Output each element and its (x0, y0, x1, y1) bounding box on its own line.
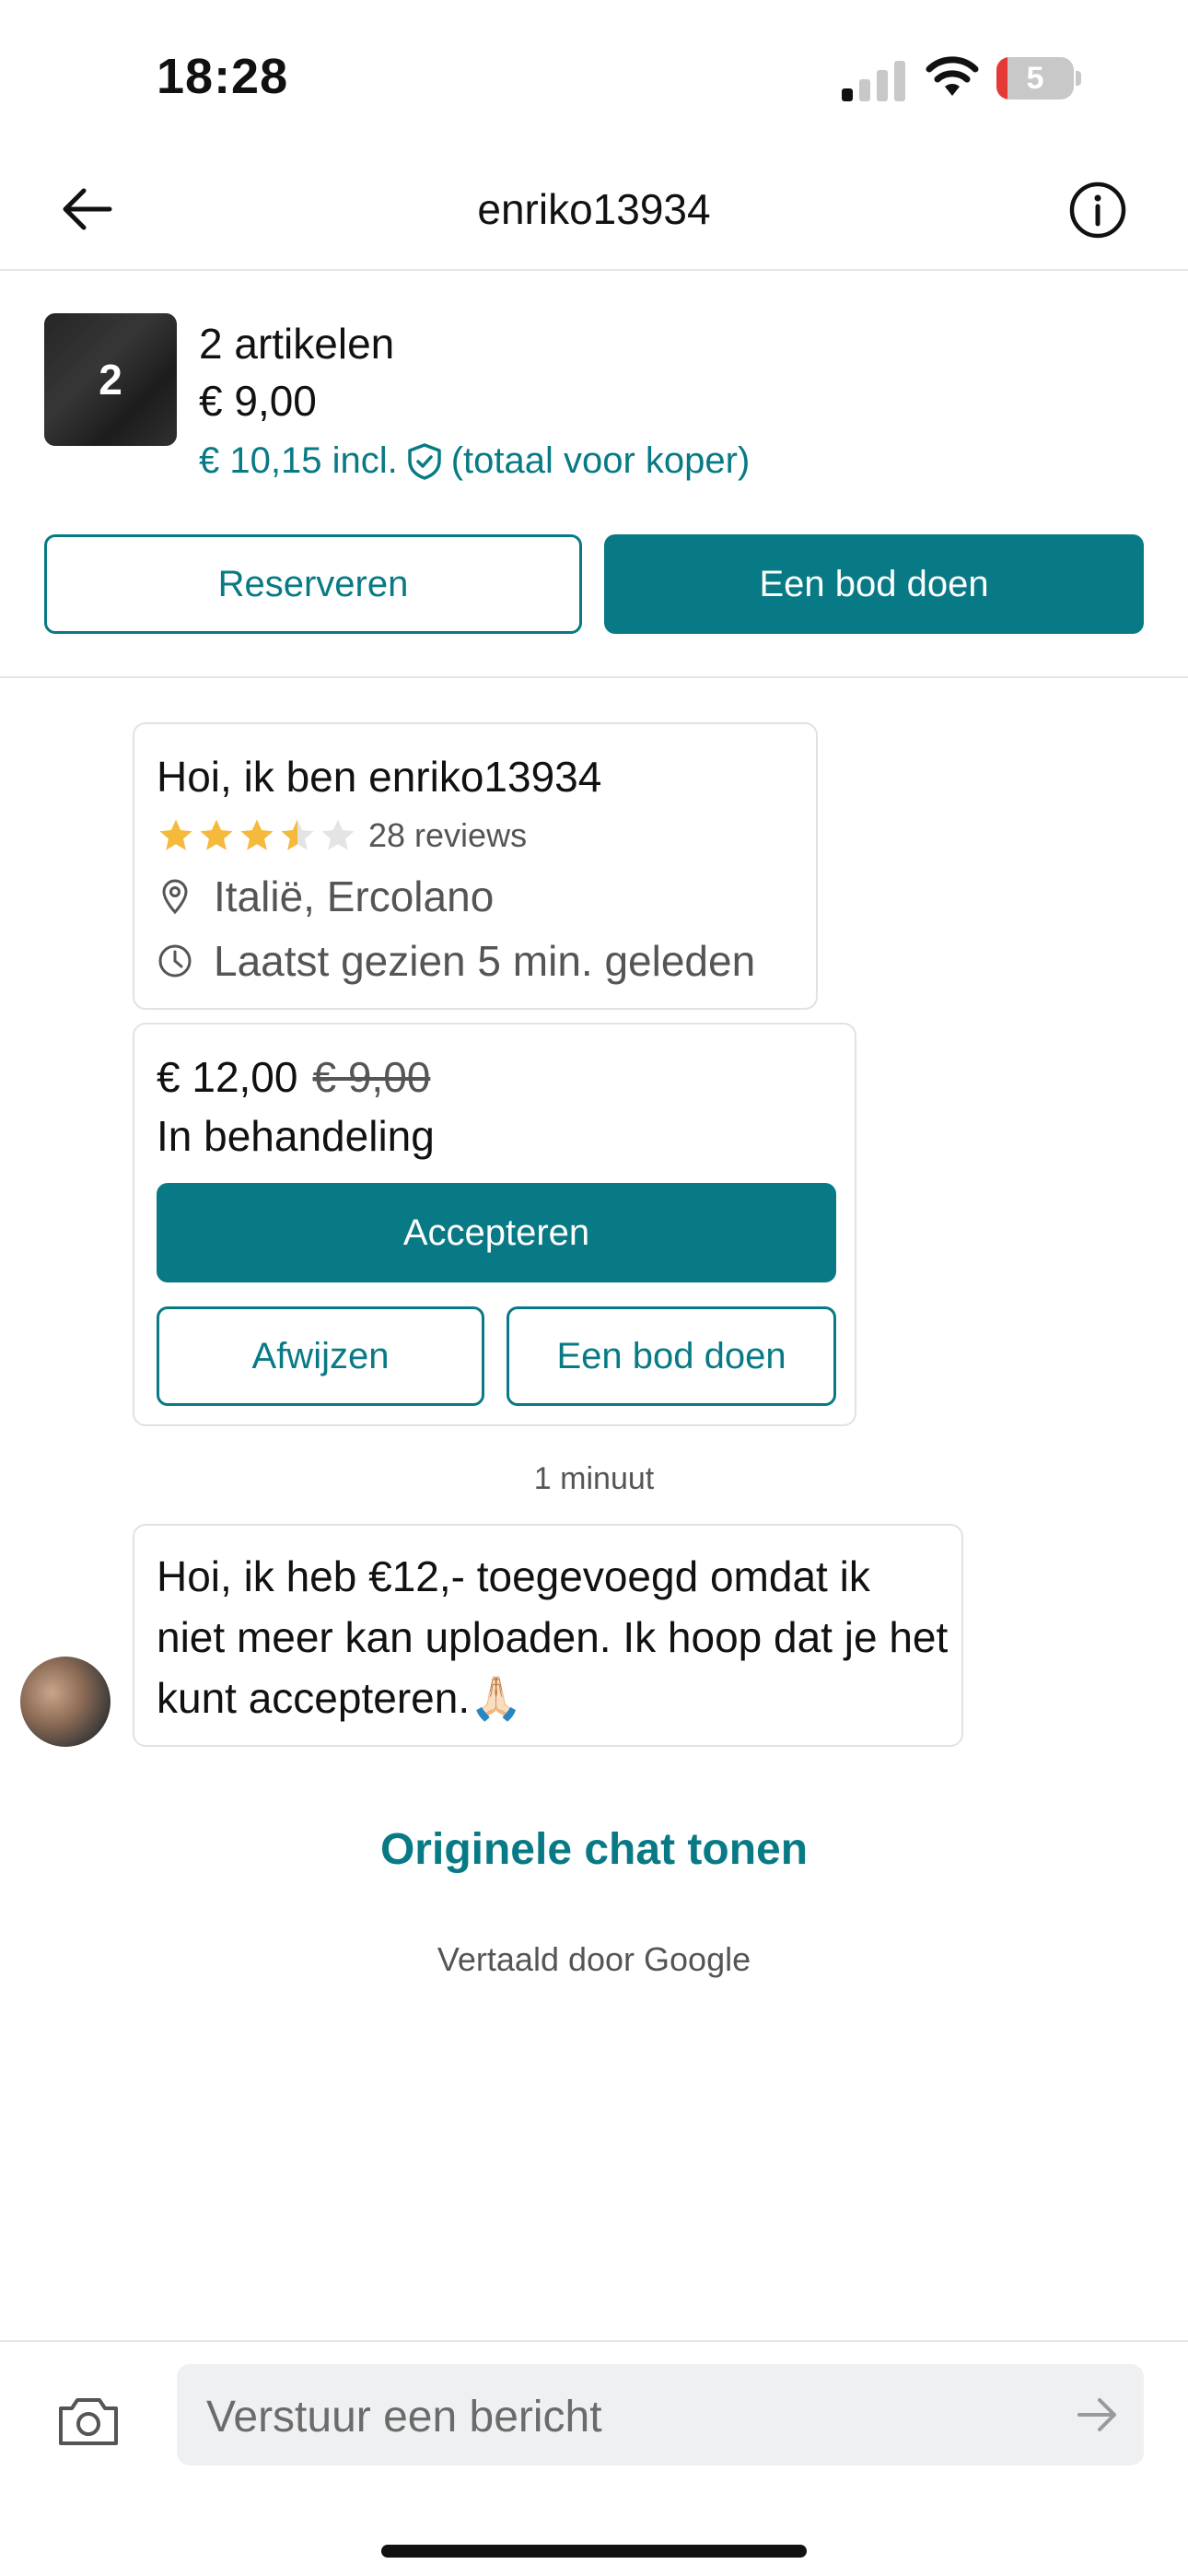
page-title: enriko13934 (477, 185, 711, 233)
item-count-badge: 2 (44, 313, 177, 446)
chat-message: Hoi, ik heb €12,- toegevoegd omdat ik ni… (133, 1524, 963, 1747)
send-arrow-icon[interactable] (1074, 2392, 1120, 2438)
last-seen-text: Laatst gezien 5 min. geleden (214, 937, 756, 985)
star-empty-icon (321, 819, 355, 850)
item-price: € 9,00 (199, 377, 317, 425)
message-placeholder: Verstuur een bericht (206, 2393, 602, 2441)
message-input-bar: Verstuur een bericht (0, 2340, 1188, 2576)
buyer-total-price: € 10,15 incl. (totaal voor koper) (199, 440, 750, 482)
incl-price: € 10,15 incl. (199, 440, 398, 481)
review-count: 28 reviews (368, 816, 528, 854)
item-thumbnail[interactable]: 2 (44, 313, 177, 446)
star-icon (159, 819, 192, 850)
item-summary: 2 2 artikelen € 9,00 € 10,15 incl. (tota… (0, 273, 1188, 678)
camera-icon[interactable] (53, 2386, 123, 2456)
battery-icon: 5 (996, 57, 1081, 100)
rating-stars: 28 reviews (157, 816, 527, 855)
location-pin-icon (162, 879, 188, 915)
offer-old-price: € 9,00 (312, 1053, 431, 1101)
home-indicator[interactable] (381, 2545, 807, 2558)
signal-icon (842, 61, 905, 101)
wifi-icon (926, 56, 979, 96)
item-count-title: 2 artikelen (199, 320, 395, 368)
location-text: Italië, Ercolano (214, 872, 495, 920)
message-timestamp: 1 minuut (533, 1461, 655, 1496)
last-seen-row: Laatst gezien 5 min. geleden (157, 936, 755, 986)
show-original-link[interactable]: Originele chat tonen (0, 1824, 1188, 1875)
avatar[interactable] (20, 1657, 111, 1747)
counter-offer-button[interactable]: Een bod doen (507, 1306, 836, 1406)
message-input[interactable]: Verstuur een bericht (177, 2364, 1144, 2465)
accept-button[interactable]: Accepteren (157, 1183, 836, 1282)
info-icon[interactable] (1068, 181, 1127, 240)
shield-check-icon (407, 442, 441, 480)
offer-card: € 12,00 € 9,00 In behandeling Accepteren… (133, 1023, 856, 1426)
make-offer-button[interactable]: Een bod doen (604, 534, 1144, 634)
location-row: Italië, Ercolano (157, 872, 494, 921)
star-icon (240, 819, 274, 850)
offer-new-price: € 12,00 (157, 1053, 298, 1101)
message-text: Hoi, ik heb €12,- toegevoegd omdat ik ni… (157, 1552, 949, 1722)
translated-by-label: Vertaald door Google (437, 1940, 751, 1978)
status-bar: 18:28 5 (0, 0, 1188, 147)
status-time: 18:28 (157, 49, 289, 104)
reserve-button[interactable]: Reserveren (44, 534, 582, 634)
star-half-icon (281, 819, 314, 850)
incl-suffix: (totaal voor koper) (450, 440, 751, 481)
seller-profile-card[interactable]: Hoi, ik ben enriko13934 28 reviews Itali… (133, 722, 818, 1010)
battery-level: 5 (1026, 61, 1044, 96)
star-icon (200, 819, 233, 850)
chat-header: enriko13934 (0, 147, 1188, 271)
offer-price-row: € 12,00 € 9,00 (157, 1052, 430, 1102)
offer-status: In behandeling (157, 1112, 435, 1160)
clock-icon (158, 944, 192, 978)
reject-button[interactable]: Afwijzen (157, 1306, 484, 1406)
profile-greeting: Hoi, ik ben enriko13934 (157, 753, 602, 801)
